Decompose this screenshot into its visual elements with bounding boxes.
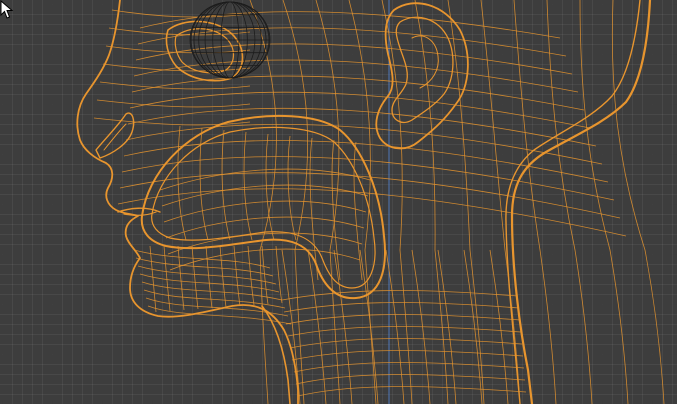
cheek-edge-loop xyxy=(243,131,253,241)
mesh-edge-ring xyxy=(129,91,591,129)
neck-edge-ring xyxy=(285,314,521,325)
cheek-edge-ring xyxy=(167,232,363,255)
mesh-edge-ring xyxy=(137,27,567,57)
cheek-edge-loop xyxy=(221,129,231,241)
jaw-edge-loop xyxy=(233,245,241,307)
neck-edge-loop xyxy=(489,249,509,404)
jaw-edge-ring xyxy=(143,289,286,309)
mesh-edge-loop xyxy=(282,0,309,404)
forehead-edge-ring xyxy=(99,81,251,90)
neck-edge-ring xyxy=(283,302,520,313)
upper-lip-line xyxy=(117,207,161,213)
forehead-edge-ring xyxy=(111,9,251,18)
3d-viewport[interactable] xyxy=(0,0,677,404)
jaw-edge-loop xyxy=(261,245,269,305)
neck-edge-ring xyxy=(291,350,524,361)
neck-edge-ring xyxy=(287,326,522,337)
forehead-edge-ring xyxy=(96,99,251,108)
jaw-edge-loop xyxy=(247,245,255,306)
jaw-edge-loop xyxy=(149,245,157,313)
mesh-edge-ring xyxy=(123,140,609,183)
mesh-edge-ring xyxy=(139,11,561,39)
mesh-edge-loop xyxy=(546,0,593,404)
jaw-edge-loop xyxy=(177,245,185,311)
jaw-edge-ring xyxy=(137,265,277,285)
neck-edge-loop xyxy=(463,249,483,404)
jaw-edge-loop xyxy=(275,245,283,304)
mesh-edge-ring xyxy=(135,43,573,75)
neck-edge-ring xyxy=(289,338,523,349)
head-mesh-wireframe[interactable] xyxy=(0,0,677,404)
jaw-edge-loop xyxy=(191,245,199,310)
neck-front-outline xyxy=(261,305,291,404)
neck-edge-ring xyxy=(297,386,527,397)
jaw-edge-ring xyxy=(135,257,274,277)
cheek-edge-loop xyxy=(265,133,275,241)
mesh-edge-loop xyxy=(381,0,413,404)
mesh-edge-loop xyxy=(348,0,377,404)
cheek-edge-loop xyxy=(287,135,297,241)
neck-edge-loop xyxy=(333,249,353,404)
neck-back-inner xyxy=(505,0,641,404)
neck-edge-ring xyxy=(281,290,519,301)
mesh-edge-loop xyxy=(611,0,665,404)
ear-outer xyxy=(375,2,469,150)
